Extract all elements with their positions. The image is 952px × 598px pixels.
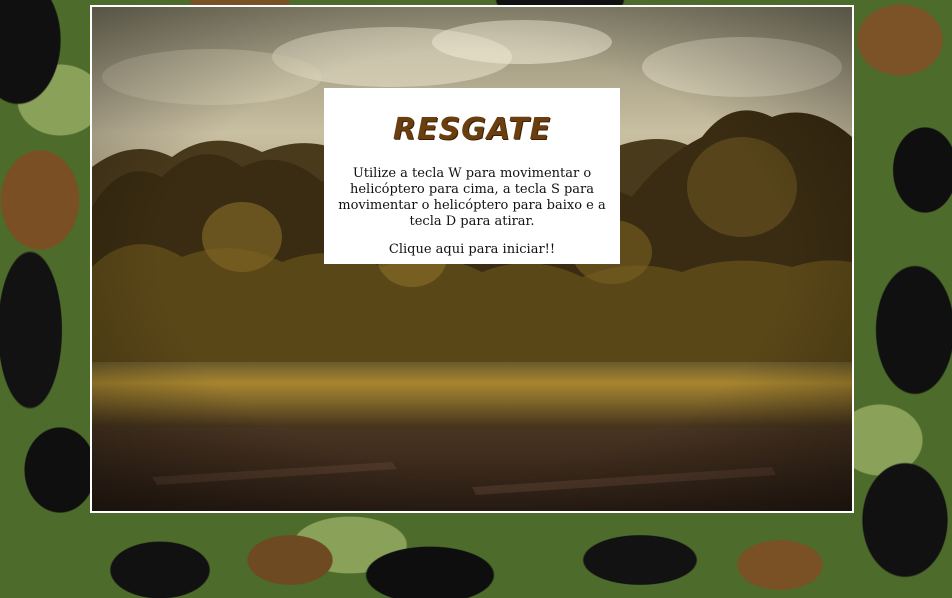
- start-game-link[interactable]: Clique aqui para iniciar!!: [338, 242, 606, 258]
- start-panel: RESGATE Utilize a tecla W para movimenta…: [324, 88, 620, 264]
- instructions-text: Utilize a tecla W para movimentar o heli…: [338, 166, 606, 229]
- game-title: RESGATE: [392, 112, 552, 147]
